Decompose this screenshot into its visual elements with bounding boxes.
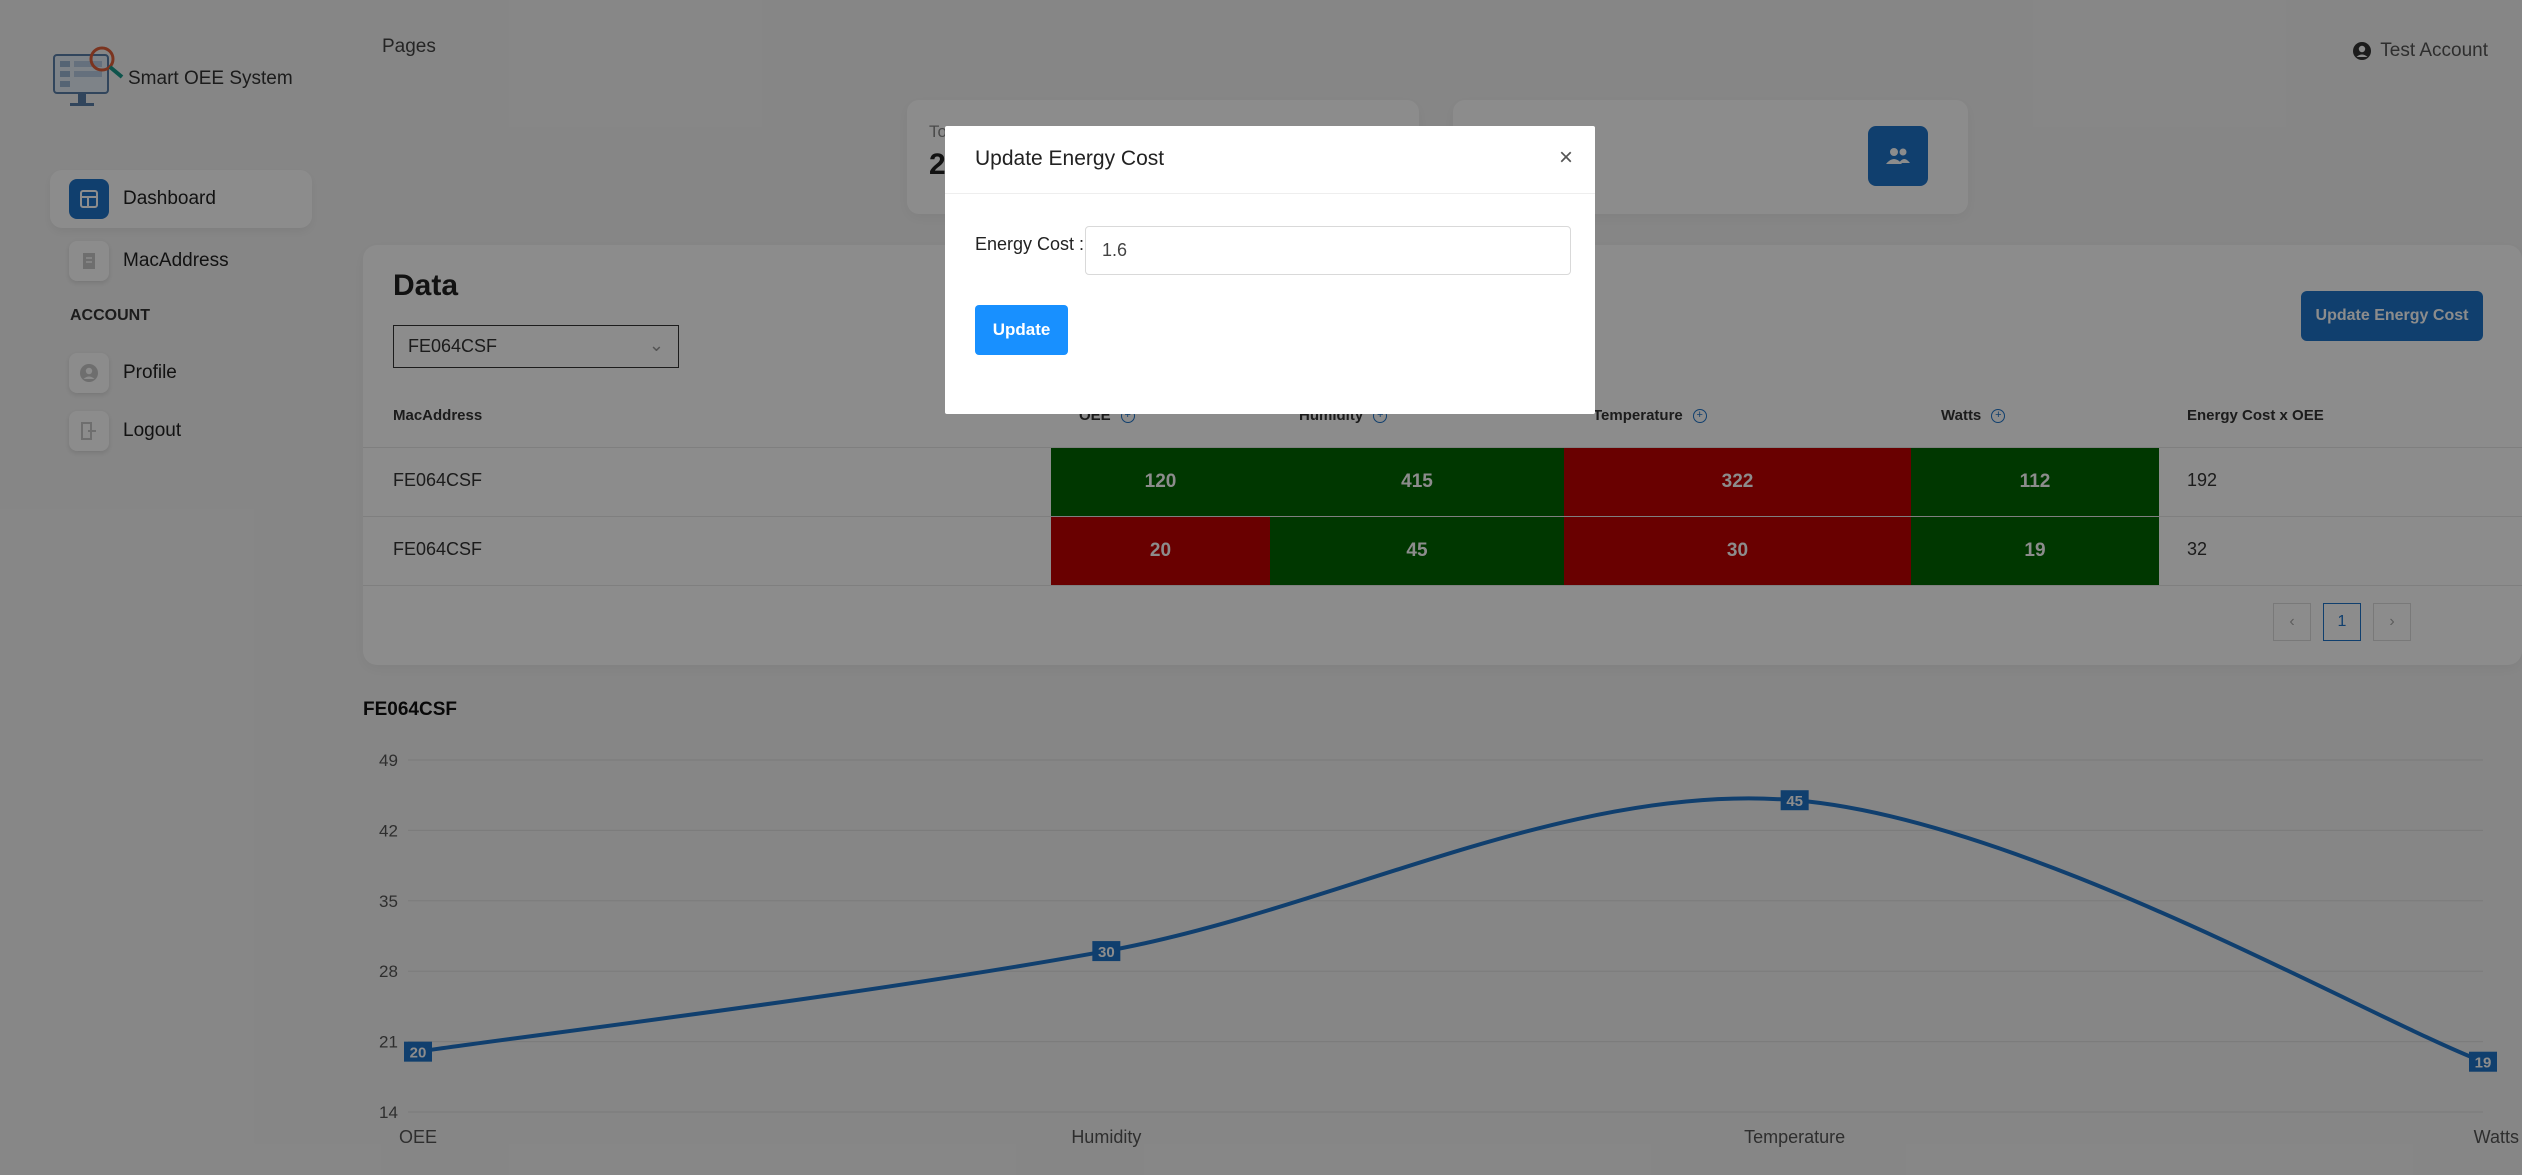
update-button[interactable]: Update [975,305,1068,355]
energy-cost-label: Energy Cost : [975,234,1085,254]
close-icon[interactable]: × [1559,144,1573,172]
modal-header: Update Energy Cost × [945,126,1595,194]
energy-cost-input[interactable] [1085,226,1571,275]
update-energy-cost-modal: Update Energy Cost × Energy Cost : Updat… [945,126,1595,414]
modal-title: Update Energy Cost [975,147,1165,170]
